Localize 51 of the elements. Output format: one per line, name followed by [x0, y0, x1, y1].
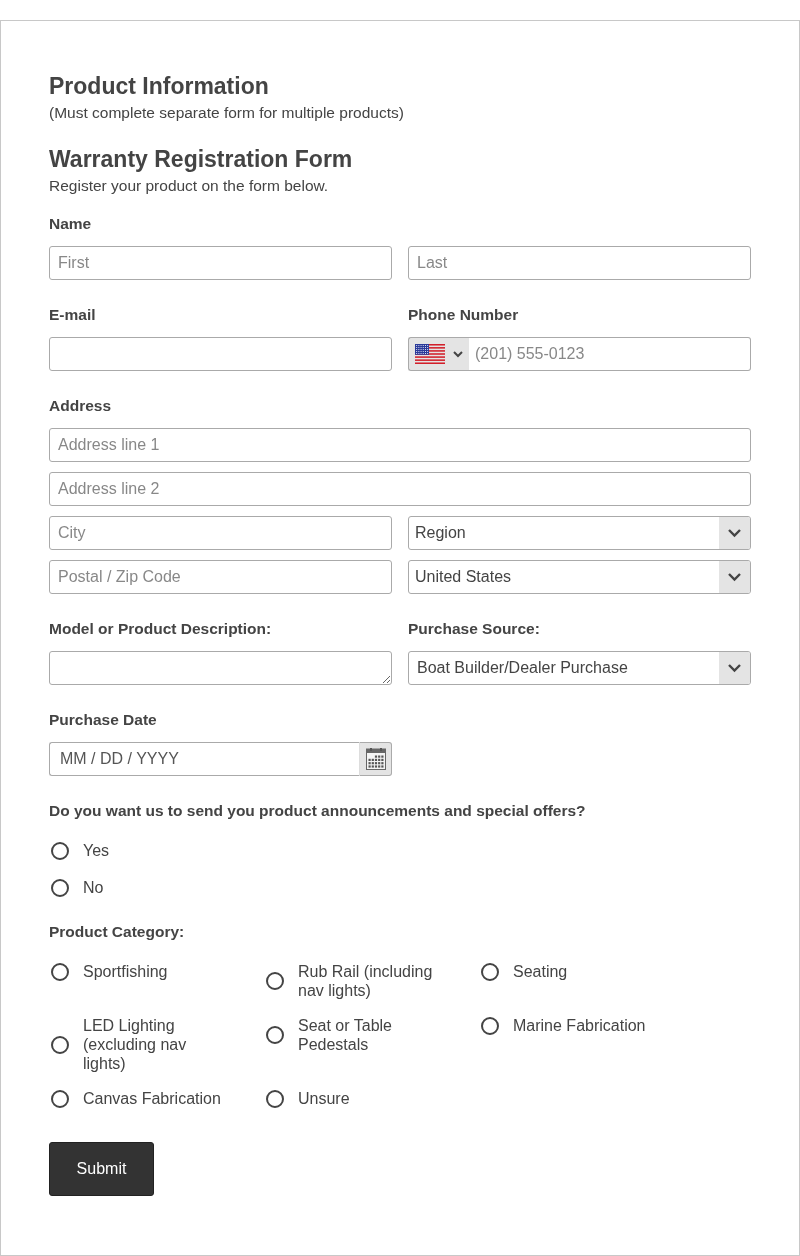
option-label[interactable]: No: [83, 878, 104, 897]
option-label[interactable]: Unsure: [298, 1089, 446, 1108]
city-field[interactable]: City: [49, 516, 392, 550]
radio-button[interactable]: [266, 1026, 284, 1044]
description-field[interactable]: [49, 651, 392, 685]
chevron-down-icon: [719, 652, 750, 684]
radio-button[interactable]: [51, 962, 69, 981]
calendar-button[interactable]: [359, 742, 392, 776]
radio-button[interactable]: [51, 1035, 69, 1054]
radio-button[interactable]: [51, 1089, 69, 1108]
field-label: Phone Number: [408, 305, 520, 325]
radio-button[interactable]: [266, 972, 284, 990]
field-label: Purchase Date: [49, 710, 158, 730]
form-description: Register your product on the form below.: [49, 176, 330, 196]
section-title: Product Information: [49, 72, 270, 100]
option-label[interactable]: Rub Rail (including nav lights): [298, 962, 446, 1000]
email-field[interactable]: [49, 337, 392, 371]
region-select[interactable]: Region: [408, 516, 751, 550]
question-label: Do you want us to send you product announcements and special offers?: [49, 801, 587, 821]
radio-button[interactable]: [51, 841, 69, 860]
submit-button[interactable]: Submit: [49, 1142, 154, 1196]
field-label: Product Category:: [49, 922, 186, 942]
radio-button[interactable]: [481, 962, 499, 981]
option-label[interactable]: Sportfishing: [83, 962, 231, 981]
option-label[interactable]: Seat or Table Pedestals: [298, 1016, 446, 1054]
radio-button[interactable]: [51, 878, 69, 897]
field-label: Model or Product Description:: [49, 619, 273, 639]
radio-button[interactable]: [266, 1089, 284, 1108]
postal-code-field[interactable]: Postal / Zip Code: [49, 560, 392, 594]
last-name-field[interactable]: Last: [408, 246, 751, 280]
option-label[interactable]: Seating: [513, 962, 661, 981]
address-line-field[interactable]: Address line 2: [49, 472, 751, 506]
field-label: Purchase Source:: [408, 619, 541, 639]
option-label[interactable]: LED Lighting (excluding nav lights): [83, 1016, 231, 1073]
form-title: Warranty Registration Form: [49, 145, 354, 173]
field-label: Address: [49, 396, 113, 416]
section-note: (Must complete separate form for multiple products): [49, 103, 405, 123]
address-line-field[interactable]: Address line 1: [49, 428, 751, 462]
field-label: E-mail: [49, 305, 97, 325]
radio-button[interactable]: [481, 1016, 499, 1035]
calendar-icon: [365, 748, 386, 770]
option-label[interactable]: Yes: [83, 841, 110, 860]
field-label: Name: [49, 214, 93, 234]
country-select[interactable]: United States: [408, 560, 751, 594]
purchase-source-select[interactable]: Boat Builder/Dealer Purchase: [408, 651, 751, 685]
date-field[interactable]: MM / DD / YYYY: [49, 742, 359, 776]
option-label[interactable]: Marine Fabrication: [513, 1016, 661, 1035]
first-name-field[interactable]: First: [49, 246, 392, 280]
chevron-down-icon: [719, 517, 750, 549]
option-label[interactable]: Canvas Fabrication: [83, 1089, 231, 1108]
chevron-down-icon: [719, 561, 750, 593]
